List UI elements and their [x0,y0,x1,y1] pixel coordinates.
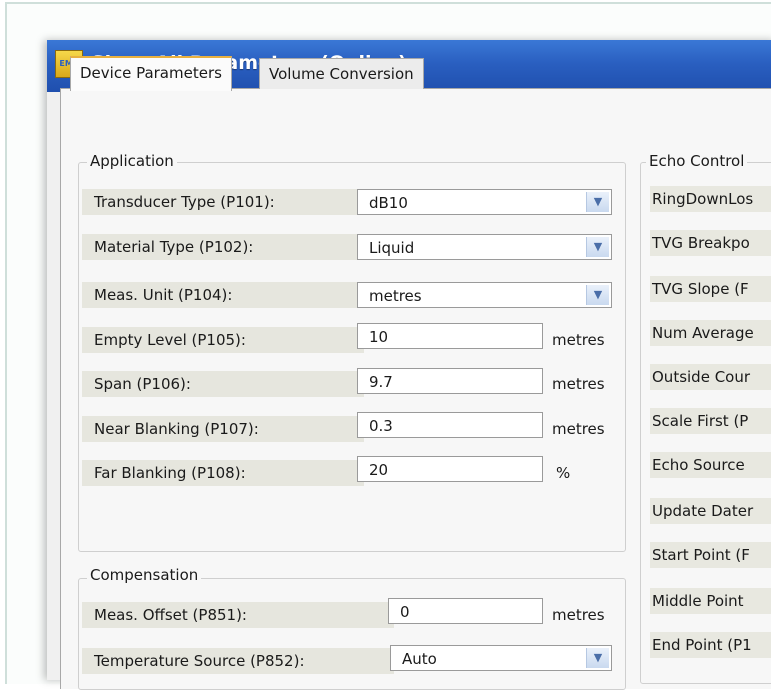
near-blanking-label: Near Blanking (P107): [82,416,364,442]
empty-level-unit: metres [552,331,605,349]
input-value: 0.3 [369,417,393,435]
span-unit: metres [552,375,605,393]
echo-row-label: TVG Slope (F [650,276,771,302]
echo-row-label: Start Point (F [650,542,771,568]
far-blanking-input[interactable]: 20 [357,456,543,482]
input-value: 9.7 [369,373,393,391]
compensation-legend: Compensation [87,566,202,584]
combo-value: metres [369,287,422,305]
tab-volume-conversion[interactable]: Volume Conversion [259,58,424,89]
echo-control-legend: Echo Control [646,152,748,170]
echo-row-label: End Point (P1 [650,632,771,658]
meas-unit-combo[interactable]: metres ▼ [357,282,612,308]
span-input[interactable]: 9.7 [357,368,543,394]
empty-level-label: Empty Level (P105): [82,327,364,353]
application-group [78,162,626,552]
tab-label: Device Parameters [80,64,222,82]
chevron-down-icon[interactable]: ▼ [586,192,609,212]
transducer-type-label: Transducer Type (P101): [82,189,364,215]
temperature-source-label: Temperature Source (P852): [82,648,394,674]
span-label: Span (P106): [82,371,364,397]
material-type-combo[interactable]: Liquid ▼ [357,234,612,260]
chevron-down-icon[interactable]: ▼ [586,648,609,668]
chevron-down-icon[interactable]: ▼ [586,237,609,257]
meas-offset-label: Meas. Offset (P851): [82,602,394,628]
combo-value: Auto [402,650,437,668]
transducer-type-combo[interactable]: dB10 ▼ [357,189,612,215]
input-value: 10 [369,328,389,346]
echo-row-label: Middle Point [650,588,771,614]
meas-offset-input[interactable]: 0 [388,598,543,624]
material-type-label: Material Type (P102): [82,234,364,260]
echo-row-label: RingDownLos [650,186,771,212]
combo-value: Liquid [369,239,415,257]
temperature-source-combo[interactable]: Auto ▼ [390,645,612,671]
echo-row-label: Echo Source [650,452,771,478]
far-blanking-unit: % [556,464,571,482]
echo-row-label: Num Average [650,320,771,346]
chevron-down-icon[interactable]: ▼ [586,285,609,305]
input-value: 0 [400,603,410,621]
echo-row-label: TVG Breakpo [650,230,771,256]
near-blanking-input[interactable]: 0.3 [357,412,543,438]
combo-value: dB10 [369,194,408,212]
echo-row-label: Update Dater [650,498,771,524]
empty-level-input[interactable]: 10 [357,323,543,349]
application-legend: Application [87,152,177,170]
far-blanking-label: Far Blanking (P108): [82,460,364,486]
echo-row-label: Outside Cour [650,364,771,390]
near-blanking-unit: metres [552,420,605,438]
input-value: 20 [369,461,389,479]
meas-offset-unit: metres [552,606,605,624]
tab-device-parameters[interactable]: Device Parameters [70,56,232,91]
meas-unit-label: Meas. Unit (P104): [82,282,364,308]
echo-row-label: Scale First (P [650,408,771,434]
tab-label: Volume Conversion [269,65,414,83]
